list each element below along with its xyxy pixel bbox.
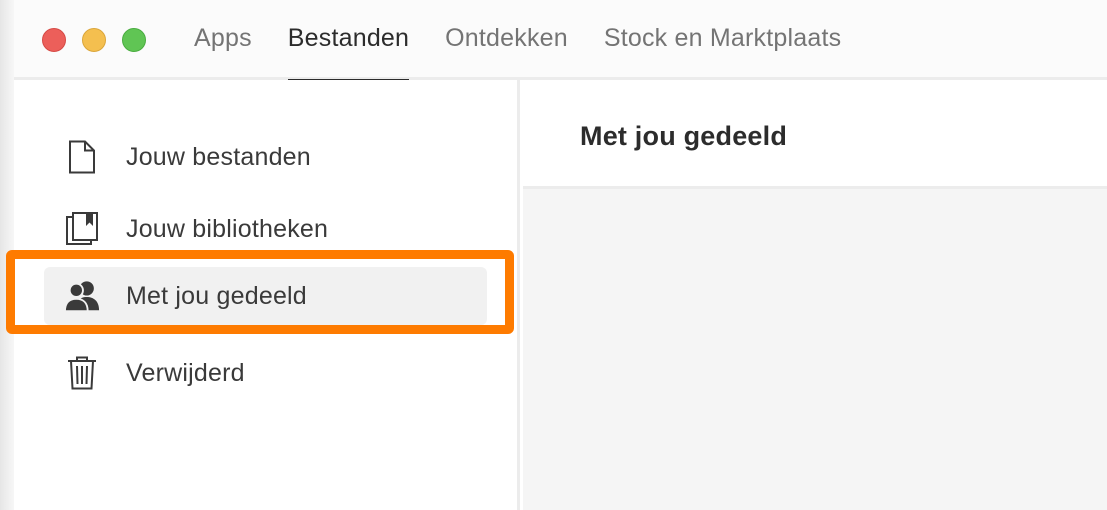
sidebar-item-label: Met jou gedeeld bbox=[126, 281, 307, 310]
main-tabs: Apps Bestanden Ontdekken Stock en Marktp… bbox=[194, 0, 877, 82]
sidebar-item-verwijderd[interactable]: Verwijderd bbox=[44, 344, 487, 402]
tab-ontdekken[interactable]: Ontdekken bbox=[445, 0, 568, 56]
minimize-window-button[interactable] bbox=[82, 28, 106, 52]
tab-apps[interactable]: Apps bbox=[194, 0, 252, 56]
library-icon bbox=[64, 211, 100, 247]
top-bar: Apps Bestanden Ontdekken Stock en Marktp… bbox=[14, 0, 1107, 82]
close-window-button[interactable] bbox=[42, 28, 66, 52]
desktop-edge bbox=[0, 0, 14, 510]
zoom-window-button[interactable] bbox=[122, 28, 146, 52]
sidebar: Jouw bestanden Jouw bibliotheken Met jou… bbox=[6, 80, 520, 510]
shared-users-icon bbox=[64, 278, 100, 314]
main-content: Met jou gedeeld bbox=[523, 80, 1107, 510]
page-title: Met jou gedeeld bbox=[580, 121, 788, 151]
app-window: Apps Bestanden Ontdekken Stock en Marktp… bbox=[6, 0, 1107, 510]
tab-stock-en-marktplaats[interactable]: Stock en Marktplaats bbox=[604, 0, 841, 56]
content-header: Met jou gedeeld bbox=[523, 80, 1107, 189]
trash-icon bbox=[64, 355, 100, 391]
sidebar-item-jouw-bibliotheken[interactable]: Jouw bibliotheken bbox=[44, 200, 487, 258]
sidebar-item-jouw-bestanden[interactable]: Jouw bestanden bbox=[44, 128, 487, 186]
sidebar-item-met-jou-gedeeld[interactable]: Met jou gedeeld bbox=[44, 267, 487, 325]
tab-bestanden[interactable]: Bestanden bbox=[287, 0, 410, 82]
sidebar-item-label: Jouw bibliotheken bbox=[126, 214, 329, 243]
document-icon bbox=[64, 139, 100, 175]
sidebar-item-label: Verwijderd bbox=[126, 358, 245, 387]
sidebar-item-label: Jouw bestanden bbox=[126, 142, 311, 171]
